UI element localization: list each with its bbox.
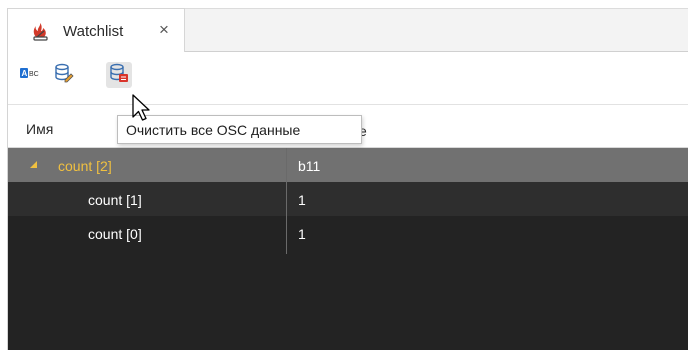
row-name: count [2]	[58, 158, 112, 174]
watchlist-flame-icon	[31, 22, 51, 42]
table-row[interactable]: count [2] b11	[7, 148, 688, 182]
table-row[interactable]: count [1] 1	[7, 182, 688, 216]
row-name: count [0]	[88, 226, 142, 242]
svg-text:A: A	[22, 69, 28, 78]
abc-format-button[interactable]: A BC	[17, 62, 43, 88]
table-row[interactable]: count [0] 1	[7, 216, 688, 250]
abc-icon: A BC	[19, 66, 41, 85]
database-edit-icon	[54, 63, 74, 88]
mouse-cursor-icon	[131, 93, 155, 125]
expand-triangle-icon[interactable]	[30, 161, 37, 168]
database-clear-icon	[109, 63, 129, 88]
column-divider[interactable]	[286, 148, 287, 254]
clear-osc-data-button[interactable]	[106, 62, 132, 88]
watchlist-grid: count [2] b11 count [1] 1 count [0] 1	[7, 148, 688, 350]
watchlist-panel: Watchlist × A BC Имя е count [2] b11 cou…	[0, 0, 688, 350]
row-name: count [1]	[88, 192, 142, 208]
toolbar: A BC	[7, 52, 688, 104]
panel-border	[7, 8, 8, 350]
svg-text:BC: BC	[29, 71, 39, 78]
tab-watchlist[interactable]: Watchlist ×	[7, 8, 185, 53]
row-value: 1	[298, 226, 306, 242]
row-value: 1	[298, 192, 306, 208]
column-header-name[interactable]: Имя	[26, 121, 53, 137]
row-value: b11	[298, 158, 321, 174]
database-edit-button[interactable]	[51, 62, 77, 88]
close-icon[interactable]: ×	[159, 20, 169, 40]
tab-label: Watchlist	[63, 23, 124, 40]
tab-strip: Watchlist ×	[7, 8, 688, 53]
